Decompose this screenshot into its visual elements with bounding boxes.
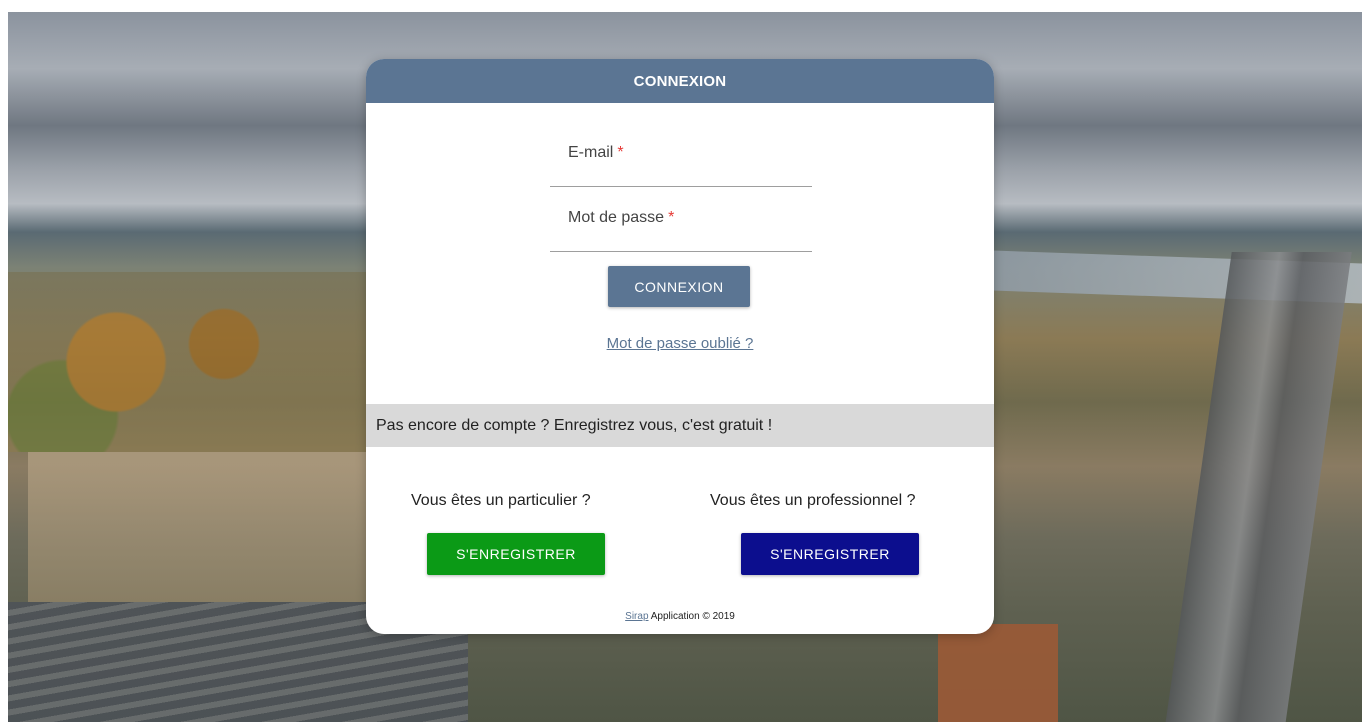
login-title: CONNEXION [633, 72, 727, 90]
register-professional-button[interactable]: S'ENREGISTRER [741, 533, 919, 575]
background-building [938, 624, 1058, 722]
email-label: E-mail * [568, 144, 624, 161]
password-label: Mot de passe * [568, 209, 675, 226]
background-highway [1164, 252, 1352, 722]
login-button[interactable]: CONNEXION [608, 266, 750, 307]
login-header: CONNEXION [366, 59, 994, 103]
footer-text: Application © 2019 [650, 611, 735, 622]
background-trees [8, 272, 368, 452]
register-banner: Pas encore de compte ? Enregistrez vous,… [366, 404, 994, 447]
email-required-mark: * [617, 144, 624, 161]
individual-title: Vous êtes un particulier ? [411, 492, 591, 509]
register-individual-button[interactable]: S'ENREGISTRER [427, 533, 605, 575]
footer: Sirap Application © 2019 [366, 611, 994, 622]
footer-sirap-link[interactable]: Sirap [625, 611, 648, 622]
forgot-password-link[interactable]: Mot de passe oublié ? [366, 335, 994, 352]
login-card: CONNEXION E-mail * Mot de passe * CONNEXIO… [366, 59, 994, 634]
email-input[interactable] [550, 162, 812, 180]
email-field[interactable]: E-mail * [550, 144, 812, 187]
password-input[interactable] [550, 227, 812, 245]
password-field[interactable]: Mot de passe * [550, 209, 812, 252]
password-required-mark: * [668, 209, 675, 226]
register-banner-text: Pas encore de compte ? Enregistrez vous,… [376, 416, 773, 434]
background-construction-site [28, 452, 368, 602]
professional-title: Vous êtes un professionnel ? [710, 492, 916, 509]
